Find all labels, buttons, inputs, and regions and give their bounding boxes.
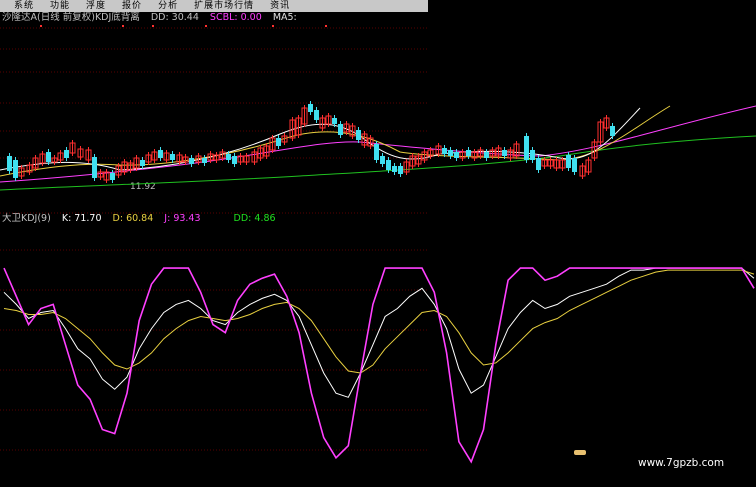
candle-down <box>92 157 97 178</box>
candle-down <box>64 150 69 158</box>
kdj-series-j <box>3 267 755 464</box>
candle-down <box>536 158 541 170</box>
candle-down <box>386 160 391 170</box>
candle-down <box>448 150 453 156</box>
candle-down <box>374 144 379 160</box>
candle-down <box>13 160 18 178</box>
candle-down <box>7 156 12 171</box>
chart-canvas[interactable] <box>0 0 756 487</box>
candle-down <box>356 130 361 140</box>
candlesticks <box>7 101 615 183</box>
candle-down <box>572 158 577 172</box>
candle-down <box>380 156 385 164</box>
candle-down <box>158 150 163 158</box>
candle-down <box>484 152 489 158</box>
divergence-marker <box>574 450 586 455</box>
candle-down <box>276 138 281 146</box>
candle-down <box>454 152 459 158</box>
candle-down <box>202 158 207 163</box>
candle-down <box>442 148 447 154</box>
candle-down <box>110 173 115 180</box>
candle-down <box>46 152 51 162</box>
candle-down <box>232 156 237 164</box>
candle-down <box>524 136 529 160</box>
candle-down <box>314 110 319 120</box>
candle-down <box>170 154 175 160</box>
candle-down <box>332 118 337 124</box>
candle-down <box>140 160 145 166</box>
candle-down <box>398 166 403 174</box>
price-grid <box>0 27 428 451</box>
watermark: www.7gpzb.com <box>638 457 725 469</box>
candle-down <box>502 150 507 156</box>
candle-down <box>338 124 343 135</box>
candle-down <box>530 150 535 160</box>
candle-down <box>466 150 471 156</box>
candle-down <box>189 158 194 164</box>
kdj-lines <box>3 267 755 464</box>
candle-down <box>566 155 571 168</box>
candle-down <box>226 154 231 160</box>
candle-down <box>308 104 313 112</box>
candle-down <box>392 166 397 172</box>
candle-down <box>610 126 615 136</box>
